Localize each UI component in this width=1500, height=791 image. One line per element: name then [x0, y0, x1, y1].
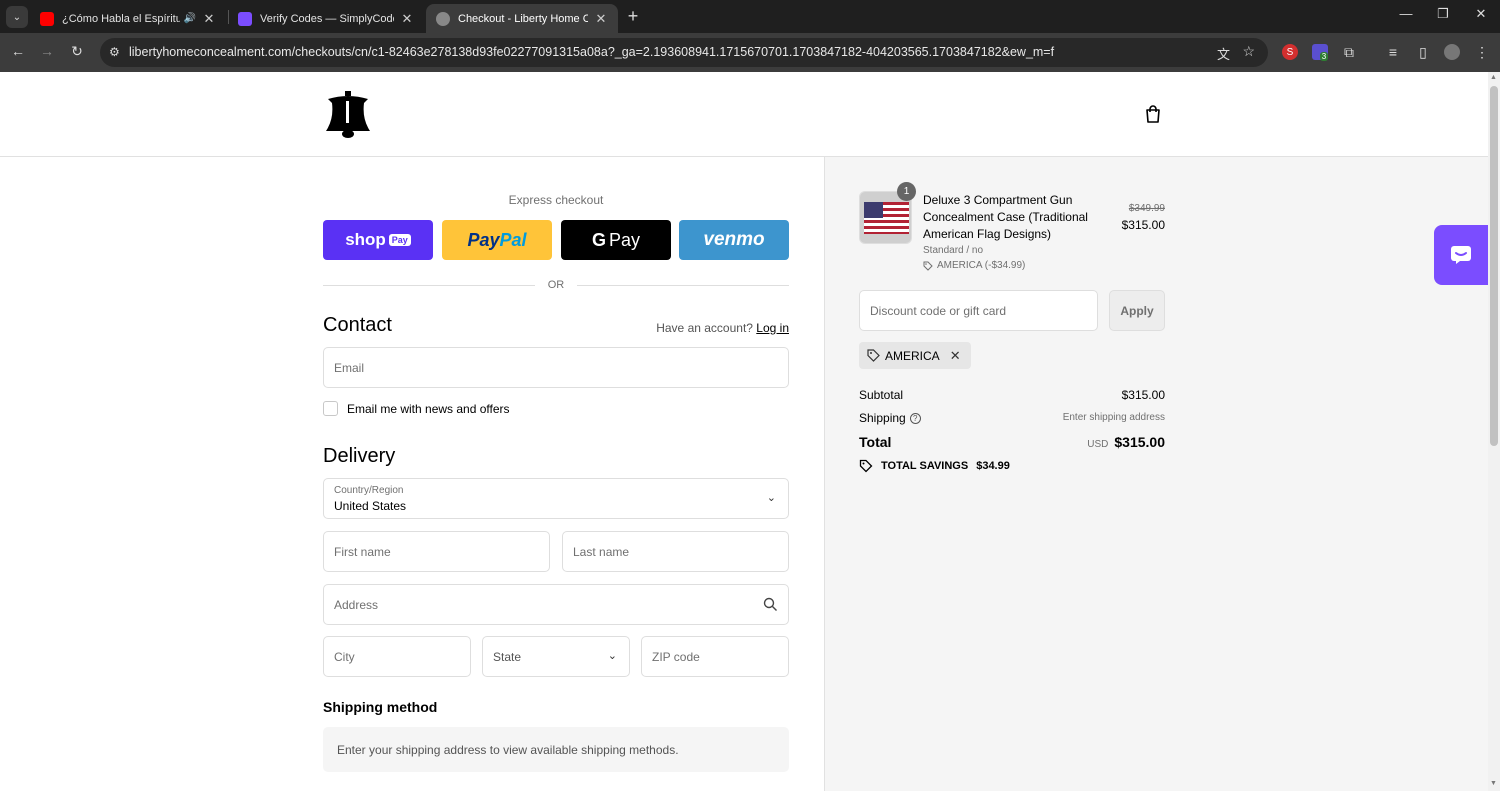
tab-search-button[interactable]: ⌄ — [6, 6, 28, 28]
back-button[interactable]: ← — [9, 43, 27, 59]
extensions-puzzle-icon[interactable]: ⧉ — [1341, 44, 1357, 60]
chat-widget-button[interactable] — [1434, 225, 1488, 285]
reload-button[interactable]: ↻ — [68, 43, 86, 60]
extension-badge: 3 — [1319, 51, 1329, 61]
savings-label: TOTAL SAVINGS — [881, 460, 969, 472]
product-discount-text: AMERICA (-$34.99) — [937, 260, 1026, 271]
product-name: Deluxe 3 Compartment Gun Concealment Cas… — [923, 193, 1088, 241]
close-icon[interactable]: ✕ — [594, 11, 608, 27]
original-price: $349.99 — [1128, 203, 1165, 214]
discounted-price: $315.00 — [1121, 218, 1165, 232]
extension-s-icon[interactable]: S — [1282, 44, 1298, 60]
total-label: Total — [859, 434, 892, 450]
remove-discount-close-icon[interactable]: ✕ — [950, 348, 961, 364]
speaker-icon[interactable]: 🔊 — [184, 13, 196, 24]
shipping-label: Shipping — [859, 411, 906, 425]
discount-placeholder: Discount code or gift card — [870, 304, 1007, 318]
total-value: $315.00 — [1114, 434, 1165, 450]
tab-title: Verify Codes — SimplyCodes — [260, 12, 394, 25]
shipping-label-row: Shipping? — [859, 411, 921, 425]
applied-code-text: AMERICA — [885, 348, 940, 363]
extension-simplycodes-icon[interactable]: 3 — [1312, 44, 1329, 61]
savings-value: $34.99 — [976, 460, 1010, 472]
tab-title: ¿Cómo Habla el Espíritu Sa — [62, 12, 180, 25]
url-text[interactable]: libertyhomeconcealment.com/checkouts/cn/… — [129, 45, 1054, 59]
menu-kebab-icon[interactable]: ⋮ — [1474, 44, 1490, 60]
scroll-down-icon[interactable]: ▼ — [1490, 780, 1497, 787]
tab-title: Checkout - Liberty Home Conc — [458, 12, 588, 25]
side-panel-icon[interactable]: ▯ — [1415, 44, 1431, 60]
tag-icon — [867, 349, 880, 362]
chat-icon — [1451, 246, 1471, 264]
currency-code: USD — [1087, 439, 1109, 450]
new-tab-button[interactable]: + — [624, 6, 642, 27]
bookmark-star-icon[interactable]: ☆ — [1242, 43, 1255, 60]
scrollbar-thumb[interactable] — [1490, 86, 1498, 446]
address-bar[interactable]: ⚙ libertyhomeconcealment.com/checkouts/c… — [100, 38, 1268, 67]
product-discount: AMERICA (-$34.99) — [923, 260, 1025, 271]
browser-tabbar: ⌄ ¿Cómo Habla el Espíritu Sa 🔊 ✕ Verify … — [0, 0, 1500, 33]
site-info-icon[interactable]: ⚙ — [109, 45, 120, 59]
total-savings: TOTAL SAVINGS $34.99 — [859, 459, 1010, 473]
minimize-button[interactable]: — — [1396, 6, 1416, 21]
close-icon[interactable]: ✕ — [400, 11, 414, 27]
browser-tab-checkout[interactable]: Checkout - Liberty Home Conc ✕ — [426, 4, 618, 33]
subtotal-label: Subtotal — [859, 388, 904, 402]
browser-tab-youtube[interactable]: ¿Cómo Habla el Espíritu Sa 🔊 ✕ — [30, 4, 226, 33]
close-icon[interactable]: ✕ — [202, 11, 216, 27]
reading-list-icon[interactable]: ≡ — [1385, 44, 1401, 60]
tag-icon — [923, 261, 933, 271]
shipping-value: Enter shipping address — [1062, 412, 1165, 423]
close-window-button[interactable]: ✕ — [1471, 6, 1491, 22]
total-value-row: USD $315.00 — [1000, 434, 1165, 450]
restore-button[interactable]: ❐ — [1433, 6, 1453, 22]
forward-button[interactable]: → — [38, 43, 56, 59]
profile-avatar-icon[interactable] — [1444, 44, 1460, 60]
tag-icon — [859, 459, 873, 473]
simplycodes-icon — [238, 11, 252, 26]
globe-icon — [436, 11, 450, 26]
subtotal-value: $315.00 — [1121, 388, 1165, 402]
order-summary: 1 Deluxe 3 Compartment Gun Concealment C… — [0, 72, 1488, 791]
discount-code-input[interactable]: Discount code or gift card — [859, 290, 1098, 331]
help-icon[interactable]: ? — [909, 413, 921, 425]
scroll-up-icon[interactable]: ▲ — [1490, 74, 1497, 81]
quantity-badge: 1 — [897, 182, 916, 201]
browser-toolbar: ← → ↻ ⚙ libertyhomeconcealment.com/check… — [0, 33, 1500, 72]
page-scrollbar[interactable]: ▲ ▼ — [1488, 72, 1500, 791]
youtube-icon — [40, 11, 54, 26]
apply-button[interactable]: Apply — [1109, 290, 1165, 331]
browser-tab-simplycodes[interactable]: Verify Codes — SimplyCodes ✕ — [228, 4, 424, 33]
product-variant: Standard / no — [923, 245, 984, 256]
applied-discount-chip: AMERICA ✕ — [859, 342, 971, 369]
translate-icon[interactable]: 文 — [1217, 44, 1230, 63]
